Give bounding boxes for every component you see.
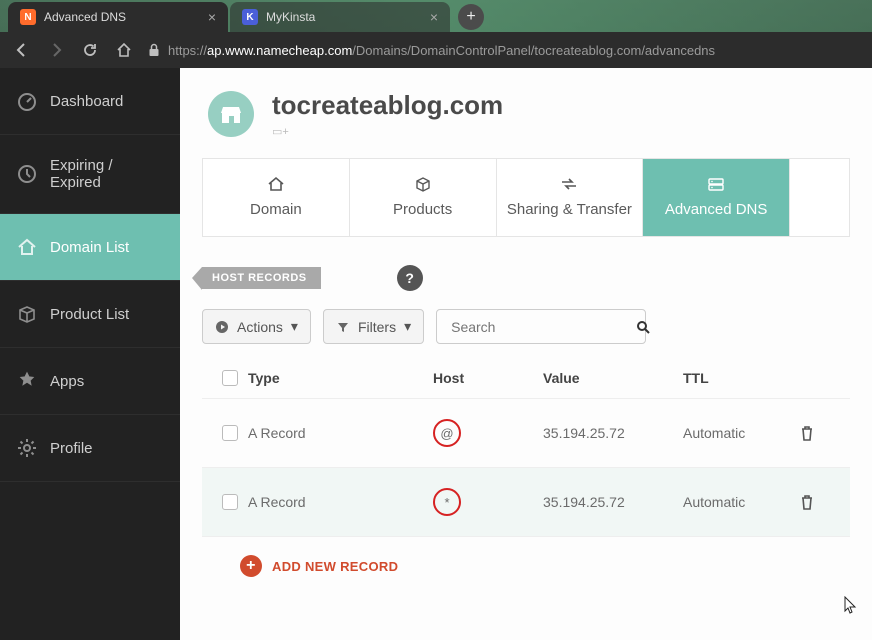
tab-label: Domain bbox=[250, 201, 302, 218]
content: tocreateablog.com ▭+ Domain Products Sha… bbox=[180, 68, 872, 640]
help-icon[interactable]: ? bbox=[397, 265, 423, 291]
funnel-icon bbox=[336, 320, 350, 334]
box-icon bbox=[358, 175, 488, 193]
tab-products[interactable]: Products bbox=[349, 159, 496, 236]
controls: Actions ▾ Filters ▾ bbox=[202, 309, 850, 344]
trash-icon[interactable] bbox=[800, 425, 840, 441]
play-icon bbox=[215, 320, 229, 334]
box-icon bbox=[16, 303, 38, 325]
cell-host[interactable]: @ bbox=[433, 419, 461, 447]
server-icon bbox=[651, 175, 781, 193]
tab-domain[interactable]: Domain bbox=[202, 159, 349, 236]
cell-ttl[interactable]: Automatic bbox=[683, 425, 800, 441]
sidebar-item-profile[interactable]: Profile bbox=[0, 415, 180, 482]
table-row[interactable]: A Record * 35.194.25.72 Automatic bbox=[202, 468, 850, 537]
search-box[interactable] bbox=[436, 309, 646, 344]
header-value[interactable]: Value bbox=[543, 370, 683, 386]
home-icon[interactable] bbox=[114, 40, 134, 60]
cursor-icon bbox=[844, 596, 858, 614]
house-icon bbox=[16, 236, 38, 258]
tab-label: Products bbox=[393, 201, 452, 218]
plus-icon: + bbox=[240, 555, 262, 577]
trash-icon[interactable] bbox=[800, 494, 840, 510]
records-table: Type Host Value TTL A Record @ 35.194.25… bbox=[202, 358, 850, 537]
search-icon[interactable] bbox=[636, 320, 650, 334]
house-icon bbox=[211, 175, 341, 193]
filters-button[interactable]: Filters ▾ bbox=[323, 309, 424, 344]
button-label: Filters bbox=[358, 319, 396, 335]
app: Dashboard Expiring / Expired Domain List… bbox=[0, 68, 872, 640]
row-checkbox[interactable] bbox=[222, 494, 238, 510]
new-tab-button[interactable]: + bbox=[458, 4, 484, 30]
chevron-down-icon: ▾ bbox=[404, 318, 411, 335]
sidebar-item-label: Domain List bbox=[50, 239, 129, 256]
section-ribbon: HOST RECORDS bbox=[202, 267, 321, 289]
apps-icon bbox=[16, 370, 38, 392]
domain-subicons: ▭+ bbox=[272, 125, 503, 138]
sidebar-item-dashboard[interactable]: Dashboard bbox=[0, 68, 180, 135]
header-host[interactable]: Host bbox=[433, 370, 543, 386]
transfer-icon bbox=[505, 175, 635, 193]
reload-icon[interactable] bbox=[80, 40, 100, 60]
url-text: https://ap.www.namecheap.com/Domains/Dom… bbox=[168, 43, 715, 58]
gear-icon bbox=[16, 437, 38, 459]
sidebar-item-label: Expiring / Expired bbox=[50, 157, 164, 191]
table-header: Type Host Value TTL bbox=[202, 358, 850, 399]
browser-tab-1[interactable]: K MyKinsta × bbox=[230, 2, 450, 32]
cell-value[interactable]: 35.194.25.72 bbox=[543, 494, 683, 510]
header-type[interactable]: Type bbox=[248, 370, 433, 386]
row-checkbox[interactable] bbox=[222, 425, 238, 441]
cell-type: A Record bbox=[248, 425, 433, 441]
table-row[interactable]: A Record @ 35.194.25.72 Automatic bbox=[202, 399, 850, 468]
search-input[interactable] bbox=[447, 311, 636, 343]
tab-blank bbox=[789, 159, 849, 236]
cell-host[interactable]: * bbox=[433, 488, 461, 516]
sidebar-item-label: Product List bbox=[50, 306, 129, 323]
forward-icon[interactable] bbox=[46, 40, 66, 60]
sidebar: Dashboard Expiring / Expired Domain List… bbox=[0, 68, 180, 640]
favicon-mykinsta: K bbox=[242, 9, 258, 25]
sidebar-item-label: Apps bbox=[50, 373, 84, 390]
cell-type: A Record bbox=[248, 494, 433, 510]
browser-chrome: N Advanced DNS × K MyKinsta × + ht bbox=[0, 0, 872, 68]
sidebar-item-expiring[interactable]: Expiring / Expired bbox=[0, 135, 180, 214]
actions-button[interactable]: Actions ▾ bbox=[202, 309, 311, 344]
favicon-namecheap: N bbox=[20, 9, 36, 25]
back-icon[interactable] bbox=[12, 40, 32, 60]
tab-sharing[interactable]: Sharing & Transfer bbox=[496, 159, 643, 236]
tab-label: Sharing & Transfer bbox=[507, 201, 632, 218]
lock-icon bbox=[148, 43, 160, 57]
browser-tab-0[interactable]: N Advanced DNS × bbox=[8, 2, 228, 32]
tab-advanced-dns[interactable]: Advanced DNS bbox=[642, 159, 789, 236]
sidebar-item-domain-list[interactable]: Domain List bbox=[0, 214, 180, 281]
tab-label: MyKinsta bbox=[266, 10, 315, 24]
url-bar: https://ap.www.namecheap.com/Domains/Dom… bbox=[0, 32, 872, 68]
add-record-button[interactable]: + ADD NEW RECORD bbox=[240, 555, 850, 577]
section-bar: HOST RECORDS ? bbox=[202, 265, 850, 291]
store-icon bbox=[208, 91, 254, 137]
sidebar-item-apps[interactable]: Apps bbox=[0, 348, 180, 415]
domain-header: tocreateablog.com ▭+ bbox=[180, 68, 872, 148]
sidebar-item-product-list[interactable]: Product List bbox=[0, 281, 180, 348]
cell-value[interactable]: 35.194.25.72 bbox=[543, 425, 683, 441]
sidebar-item-label: Profile bbox=[50, 440, 93, 457]
sidebar-item-label: Dashboard bbox=[50, 93, 123, 110]
url-field[interactable]: https://ap.www.namecheap.com/Domains/Dom… bbox=[148, 43, 860, 58]
close-icon[interactable]: × bbox=[430, 9, 438, 25]
domain-tabs: Domain Products Sharing & Transfer Advan… bbox=[202, 158, 850, 237]
clock-icon bbox=[16, 163, 38, 185]
tab-bar: N Advanced DNS × K MyKinsta × + bbox=[0, 0, 872, 32]
button-label: Actions bbox=[237, 319, 283, 335]
gauge-icon bbox=[16, 90, 38, 112]
tab-label: Advanced DNS bbox=[44, 10, 126, 24]
tab-label: Advanced DNS bbox=[665, 201, 768, 218]
chevron-down-icon: ▾ bbox=[291, 318, 298, 335]
domain-title: tocreateablog.com bbox=[272, 90, 503, 121]
add-record-label: ADD NEW RECORD bbox=[272, 559, 398, 574]
close-icon[interactable]: × bbox=[208, 9, 216, 25]
header-ttl[interactable]: TTL bbox=[683, 370, 800, 386]
select-all-checkbox[interactable] bbox=[222, 370, 238, 386]
cell-ttl[interactable]: Automatic bbox=[683, 494, 800, 510]
